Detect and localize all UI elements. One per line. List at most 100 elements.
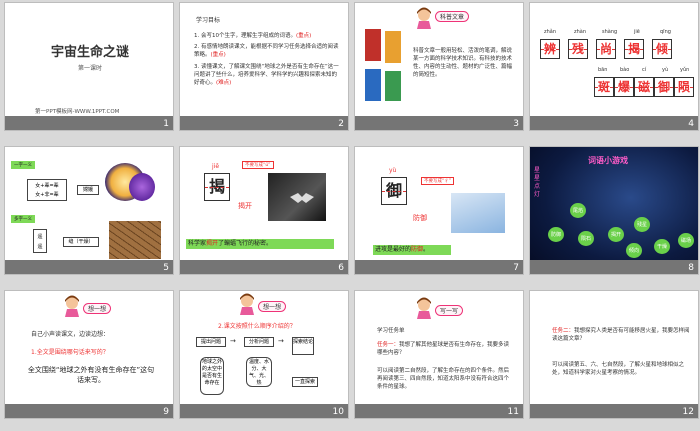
slide-thumbnail-7[interactable]: yù 不要写成“彳” 御 防御 进攻是最好的防御。 7 xyxy=(354,146,524,275)
slide-number: 10 xyxy=(332,407,344,417)
word-box: 缝（干燥） xyxy=(63,237,99,247)
category-badge: 多字一义 xyxy=(11,215,35,223)
slide-number-bar: 3 xyxy=(355,116,523,130)
example-sentence: 进攻是最好的防御。 xyxy=(375,246,430,253)
slide-heading: 学习目标 xyxy=(196,17,221,24)
cartoon-girl-icon xyxy=(417,297,431,319)
slide-number-bar: 1 xyxy=(5,116,173,130)
word-star[interactable]: 干燥 xyxy=(654,239,671,254)
question: 1.全文是围绕哪句话来写的？ xyxy=(31,349,109,356)
slide-number-bar: 7 xyxy=(355,260,523,274)
slide-thumbnail-3[interactable]: 科普文章 科普文章一般用轻松、活泼的笔调，解说某一方面的科学技术知识。有科技的技… xyxy=(354,2,524,131)
task-two-answer: 可以阅读第五、六、七自然段，了解火星和地球相似之处，知道科学家对火星考察的情况。 xyxy=(552,362,685,376)
char-grid: 揭 xyxy=(204,173,230,201)
slide-number: 7 xyxy=(513,263,519,273)
cartoon-girl-icon xyxy=(417,7,431,29)
word-label: 揭开 xyxy=(238,202,252,210)
slide-number: 11 xyxy=(507,407,519,417)
word-label: 防御 xyxy=(413,214,427,222)
slide-text: 科普文章一般用轻松、活泼的笔调，解说某一方面的科学技术知识。有科技的技术性、内容… xyxy=(413,48,513,78)
cartoon-girl-icon xyxy=(65,295,79,317)
task-sheet-title: 学习任务单 xyxy=(377,328,405,334)
slide-thumbnail-1[interactable]: 宇宙生命之谜 第一课时 第一PPT模板网-WWW.1PPT.COM 1 xyxy=(4,2,174,131)
slide-title: 宇宙生命之谜 xyxy=(50,45,129,60)
example-sentence: 科学家揭开了蝙蝠飞行的秘密。 xyxy=(188,240,273,247)
slide-thumbnail-12[interactable]: 任务二：我想探究人类是否有可能移居火星，我要怎样阅读这篇文章？ 可以阅读第五、六… xyxy=(529,290,699,419)
answer: 全文围绕“地球之外有没有生命存在”这句话来写。 xyxy=(27,366,155,384)
slide-number: 8 xyxy=(688,263,694,273)
slide-number-bar: 5 xyxy=(5,260,173,274)
slide-number: 9 xyxy=(163,407,169,417)
cartoon-girl-icon xyxy=(240,293,254,315)
slide-number: 12 xyxy=(682,407,694,417)
word-star[interactable]: 倾向 xyxy=(626,243,643,258)
flow-detail-1: 地球之外的太空中是否有生命存在 xyxy=(200,357,224,395)
flow-detail-3: 一直探索 xyxy=(292,377,318,387)
word-star[interactable]: 防御 xyxy=(548,227,565,242)
slide-thumbnail-2[interactable]: 学习目标 1. 会写10个生字，理解生字组成的词语。(重点) 2. 有感情地朗读… xyxy=(179,2,349,131)
goal-2: 2. 有感情地朗读课文，能根据不同学习任务选择合适的阅读策略。(重点) xyxy=(194,44,339,58)
slide-thumbnail-5[interactable]: 一字一义 女+辈=辈 女+非=辈 嫦娥 多字一义 遥遥 缝（干燥） 5 xyxy=(4,146,174,275)
slide-number: 2 xyxy=(338,119,344,129)
word-star[interactable]: 尾焰 xyxy=(570,203,587,218)
side-label: 星星点灯 xyxy=(534,167,541,198)
book-image xyxy=(365,29,381,61)
planet-image xyxy=(129,173,155,201)
slide-heading: 想一想 xyxy=(258,301,287,312)
game-title: 词语小游戏 xyxy=(588,156,628,165)
arrow-icon: → xyxy=(278,337,284,345)
book-image xyxy=(365,69,381,101)
goal-1: 1. 会写10个生字，理解生字组成的词语。(重点) xyxy=(194,33,312,39)
slide-number: 3 xyxy=(513,119,519,129)
flow-step-3: 探索结论 xyxy=(292,337,314,355)
goal-3: 3. 读懂课文，了解课文围绕“地球之外是否有生命存在”这一问题讲了些什么，培养爱… xyxy=(194,64,339,86)
note-tag: 不要写成“ü” xyxy=(242,161,274,169)
note-tag: 不要写成“彳” xyxy=(421,177,455,185)
slide-number-bar: 8 xyxy=(530,260,698,274)
char-box: 遥遥 xyxy=(33,229,47,253)
word-star[interactable]: 揭开 xyxy=(608,227,625,242)
slide-thumbnail-4[interactable]: zhǎn zhàn shàng jiē qīng 辨 残 尚 揭 倾 bān b… xyxy=(529,2,699,131)
slide-subtitle: 第一课时 xyxy=(77,65,102,72)
task-two: 任务二：我想探究人类是否有可能移居火星，我要怎样阅读这篇文章？ xyxy=(552,328,690,342)
slide-thumbnail-6[interactable]: jiē 不要写成“ü” 揭 揭开 科学家揭开了蝙蝠飞行的秘密。 6 xyxy=(179,146,349,275)
slide-thumbnail-11[interactable]: 写一写 学习任务单 任务一：我想了解其他星球是否有生命存在，我要多读哪些内容？ … xyxy=(354,290,524,419)
fencing-image xyxy=(451,193,505,233)
category-badge: 一字一义 xyxy=(11,161,35,169)
slide-number-bar: 6 xyxy=(180,260,348,274)
dry-earth-image xyxy=(109,221,161,259)
task-one-answer: 可以阅读第二自然段，了解生命存在的四个条件。然后再阅读第三、四自然段，知道太阳系… xyxy=(377,368,510,390)
book-image xyxy=(385,31,401,63)
slide-thumbnail-8[interactable]: 词语小游戏 星星点灯 尾焰 防御 陨石 揭开 残星 倾向 干燥 磁场 嫦娥 8 xyxy=(529,146,699,275)
pinyin: yù xyxy=(389,167,397,174)
flow-step-1: 提出问题 xyxy=(196,337,226,347)
word-star[interactable]: 陨石 xyxy=(578,231,595,246)
slide-number-bar: 2 xyxy=(180,116,348,130)
word-star[interactable]: 磁场 xyxy=(678,233,695,248)
flow-step-2: 分析问题 xyxy=(244,337,274,347)
question: 2.课文按照什么顺序介绍的？ xyxy=(218,323,296,330)
task-one: 任务一：我想了解其他星球是否有生命存在，我要多读哪些内容？ xyxy=(377,342,510,356)
word-star[interactable]: 残星 xyxy=(634,217,651,232)
slide-number-bar: 11 xyxy=(355,404,523,418)
slide-number: 6 xyxy=(338,263,344,273)
slide-thumbnail-10[interactable]: 想一想 2.课文按照什么顺序介绍的？ 提出问题 分析问题 探索结论 → → 地球… xyxy=(179,290,349,419)
slide-number-bar: 4 xyxy=(530,116,698,130)
slide-number: 1 xyxy=(163,119,169,129)
instruction: 自己小声读课文，边读边想： xyxy=(31,331,110,338)
flow-detail-2: 温度、水分、大气、光、热 xyxy=(246,357,272,387)
slide-number-bar: 9 xyxy=(5,404,173,418)
bat-icon xyxy=(290,193,314,203)
char-grid: 御 xyxy=(381,177,407,205)
formula-box: 女+辈=辈 女+非=辈 xyxy=(27,179,67,201)
slide-number-bar: 12 xyxy=(530,404,698,418)
arrow-icon: → xyxy=(230,337,236,345)
slide-heading: 写一写 xyxy=(435,305,464,316)
slide-number-bar: 10 xyxy=(180,404,348,418)
word-box: 嫦娥 xyxy=(77,185,99,195)
slide-heading: 科普文章 xyxy=(435,11,470,22)
pinyin: jiē xyxy=(212,163,220,170)
slide-number: 4 xyxy=(688,119,694,129)
slide-thumbnail-9[interactable]: 想一想 自己小声读课文，边读边想： 1.全文是围绕哪句话来写的？ 全文围绕“地球… xyxy=(4,290,174,419)
book-image xyxy=(385,71,401,101)
